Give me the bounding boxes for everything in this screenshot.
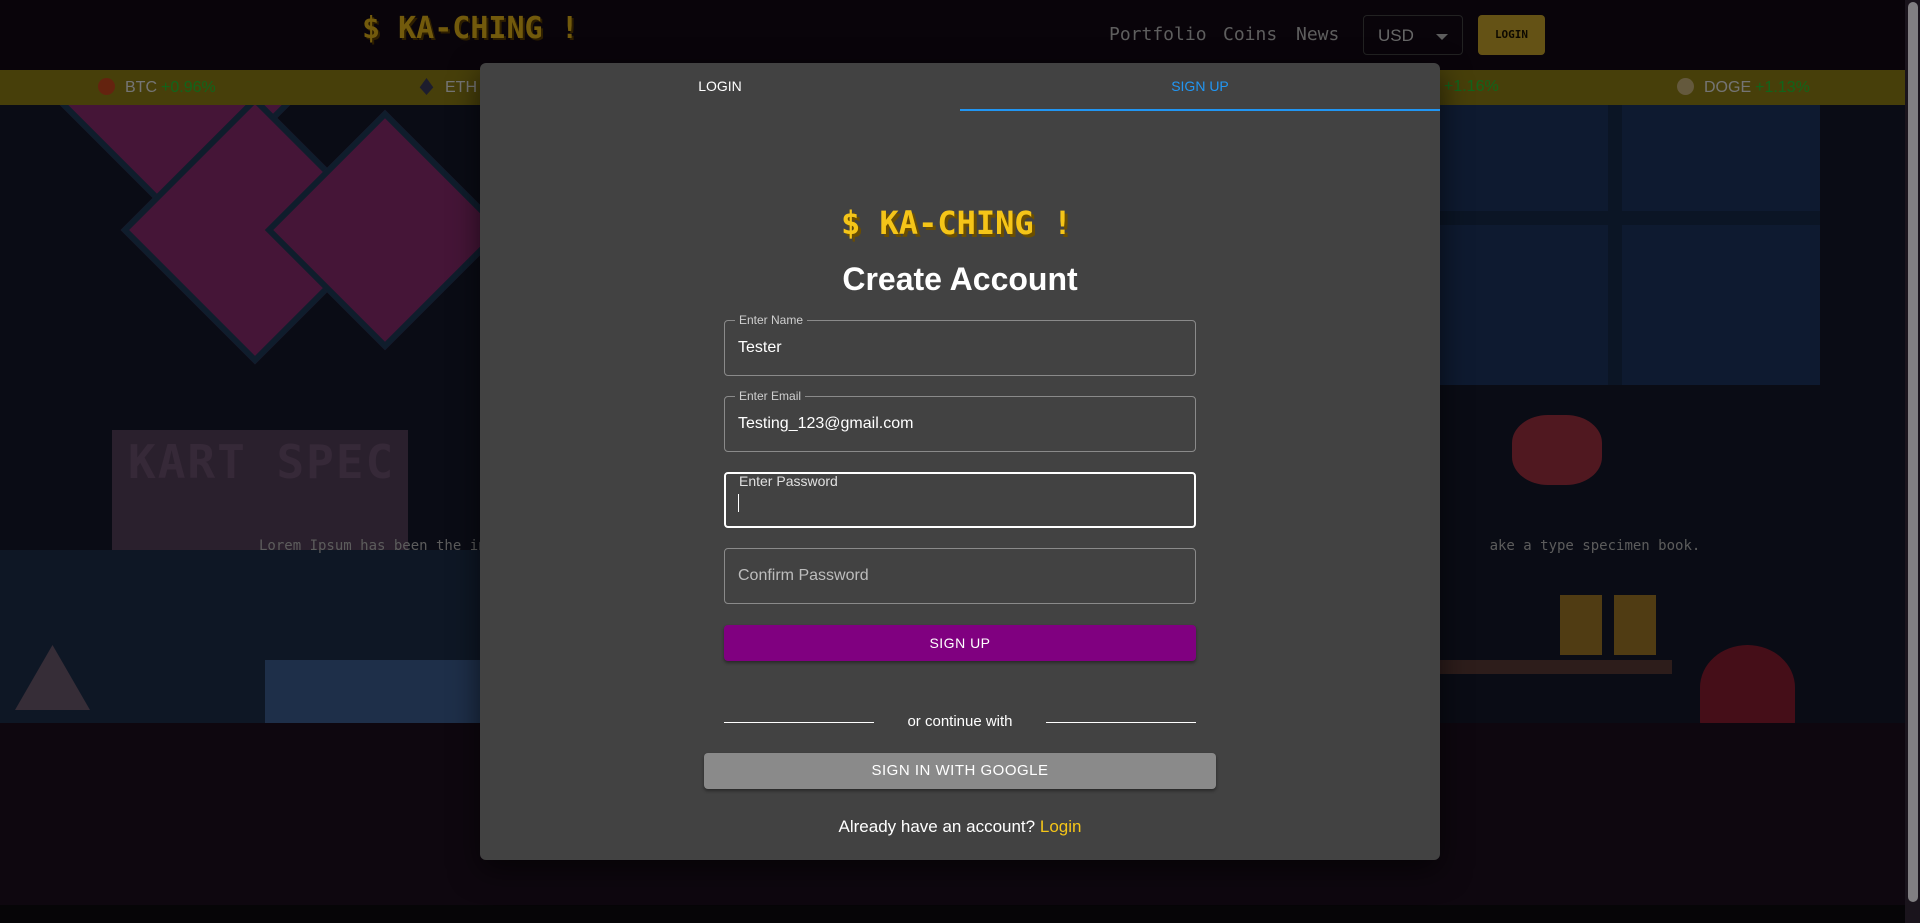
divider-line-right (1046, 722, 1196, 723)
confirm-password-placeholder: Confirm Password (738, 567, 869, 584)
email-value: Testing_123@gmail.com (738, 415, 914, 432)
email-field[interactable]: Enter Email Testing_123@gmail.com (724, 389, 1196, 452)
confirm-password-field[interactable]: Confirm Password (724, 548, 1196, 604)
password-field[interactable]: Enter Password (724, 472, 1196, 528)
auth-tabs: LOGIN SIGN UP (480, 63, 1440, 111)
login-prompt: Already have an account? Login (480, 817, 1440, 837)
google-signin-button[interactable]: SIGN IN WITH GOOGLE (704, 753, 1216, 789)
login-link[interactable]: Login (1040, 817, 1082, 836)
name-label: Enter Name (735, 313, 808, 327)
password-label: Enter Password (739, 473, 838, 489)
divider-line-left (724, 722, 874, 723)
scrollbar-thumb[interactable] (1908, 2, 1918, 902)
tab-login[interactable]: LOGIN (480, 63, 960, 111)
name-value: Tester (738, 339, 782, 356)
login-prompt-text: Already have an account? (838, 817, 1036, 836)
svg-text:$ KA-CHING !: $ KA-CHING ! (841, 204, 1072, 242)
tab-indicator (960, 109, 1440, 111)
text-cursor (738, 494, 739, 512)
auth-dialog: LOGIN SIGN UP $ KA-CHING ! $ KA-CHING ! … (480, 63, 1440, 860)
name-field[interactable]: Enter Name Tester (724, 313, 1196, 376)
tab-signup[interactable]: SIGN UP (960, 63, 1440, 111)
page-title: Create Account (842, 261, 1078, 297)
divider-text: or continue with (907, 713, 1013, 730)
page-scrollbar[interactable] (1905, 0, 1920, 923)
signup-button[interactable]: SIGN UP (724, 625, 1196, 661)
email-label: Enter Email (735, 389, 806, 403)
ka-ching-logo: $ KA-CHING ! $ KA-CHING ! (841, 204, 1075, 245)
